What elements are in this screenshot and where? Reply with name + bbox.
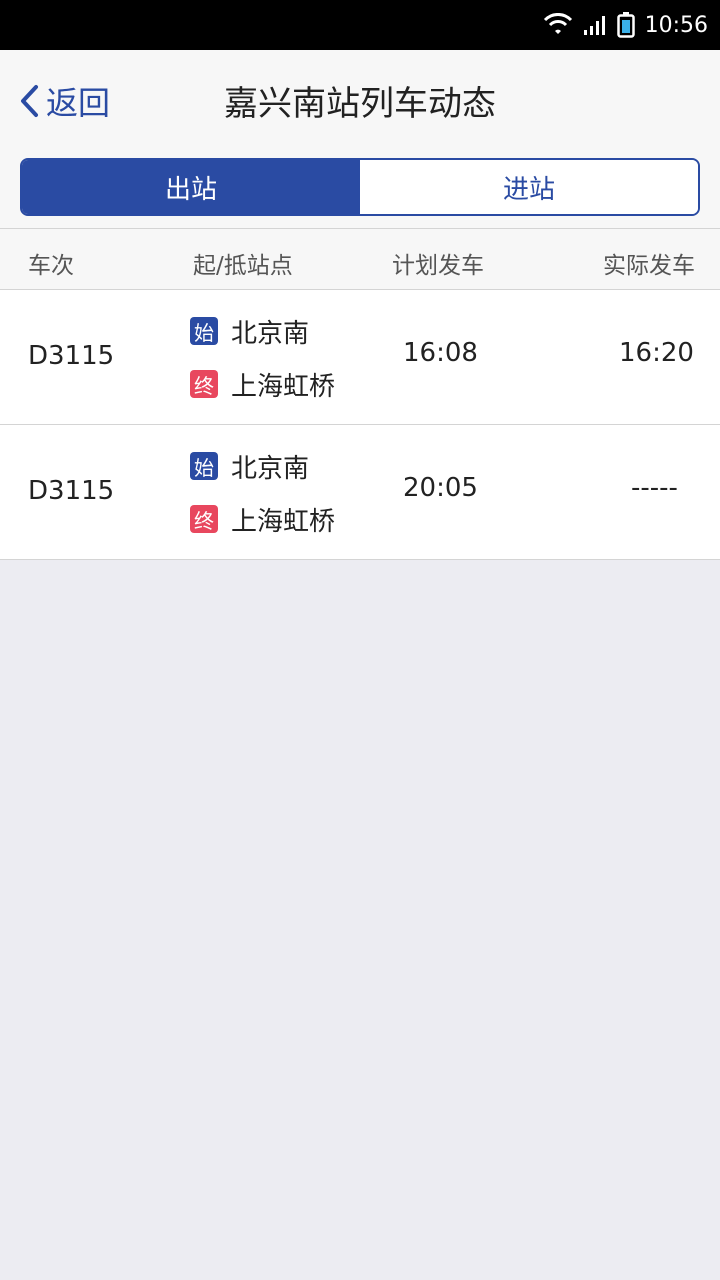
battery-icon: [616, 12, 635, 38]
destination-station: 终 上海虹桥: [190, 364, 335, 404]
end-tag: 终: [190, 370, 218, 398]
actual-time: -----: [631, 473, 678, 503]
table-header: 车次 起/抵站点 计划发车 实际发车: [0, 228, 720, 290]
planned-time: 16:08: [403, 338, 478, 368]
end-tag: 终: [190, 505, 218, 533]
planned-time: 20:05: [403, 473, 478, 503]
table-row[interactable]: D3115 始 北京南 终 上海虹桥 16:08 16:20: [0, 290, 720, 425]
destination-station: 终 上海虹桥: [190, 499, 335, 539]
station-pair: 始 北京南 终 上海虹桥: [190, 446, 335, 539]
nav-bar: 返回 嘉兴南站列车动态: [0, 50, 720, 150]
segment-control: 出站 进站: [20, 158, 700, 216]
train-number: D3115: [28, 476, 115, 506]
segment-control-wrapper: 出站 进站: [0, 150, 720, 228]
station-pair: 始 北京南 终 上海虹桥: [190, 311, 335, 404]
tab-arrivals[interactable]: 进站: [360, 160, 698, 214]
table-row[interactable]: D3115 始 北京南 终 上海虹桥 20:05 -----: [0, 425, 720, 560]
header-actual: 实际发车: [603, 253, 695, 279]
header-stations: 起/抵站点: [193, 253, 293, 279]
start-tag: 始: [190, 452, 218, 480]
wifi-icon: [543, 13, 573, 37]
origin-station: 始 北京南: [190, 311, 335, 351]
origin-station: 始 北京南: [190, 446, 335, 486]
actual-time: 16:20: [619, 338, 694, 368]
origin-name: 北京南: [231, 453, 310, 484]
origin-name: 北京南: [231, 318, 310, 349]
status-time: 10:56: [644, 12, 708, 38]
tab-departures[interactable]: 出站: [22, 160, 360, 214]
destination-name: 上海虹桥: [231, 506, 336, 537]
destination-name: 上海虹桥: [231, 371, 336, 402]
header-planned: 计划发车: [392, 253, 484, 279]
signal-icon: [583, 14, 607, 36]
start-tag: 始: [190, 317, 218, 345]
train-number: D3115: [28, 341, 115, 371]
header-train: 车次: [28, 253, 74, 279]
page-title: 嘉兴南站列车动态: [224, 84, 496, 124]
status-bar: 10:56: [0, 0, 720, 50]
